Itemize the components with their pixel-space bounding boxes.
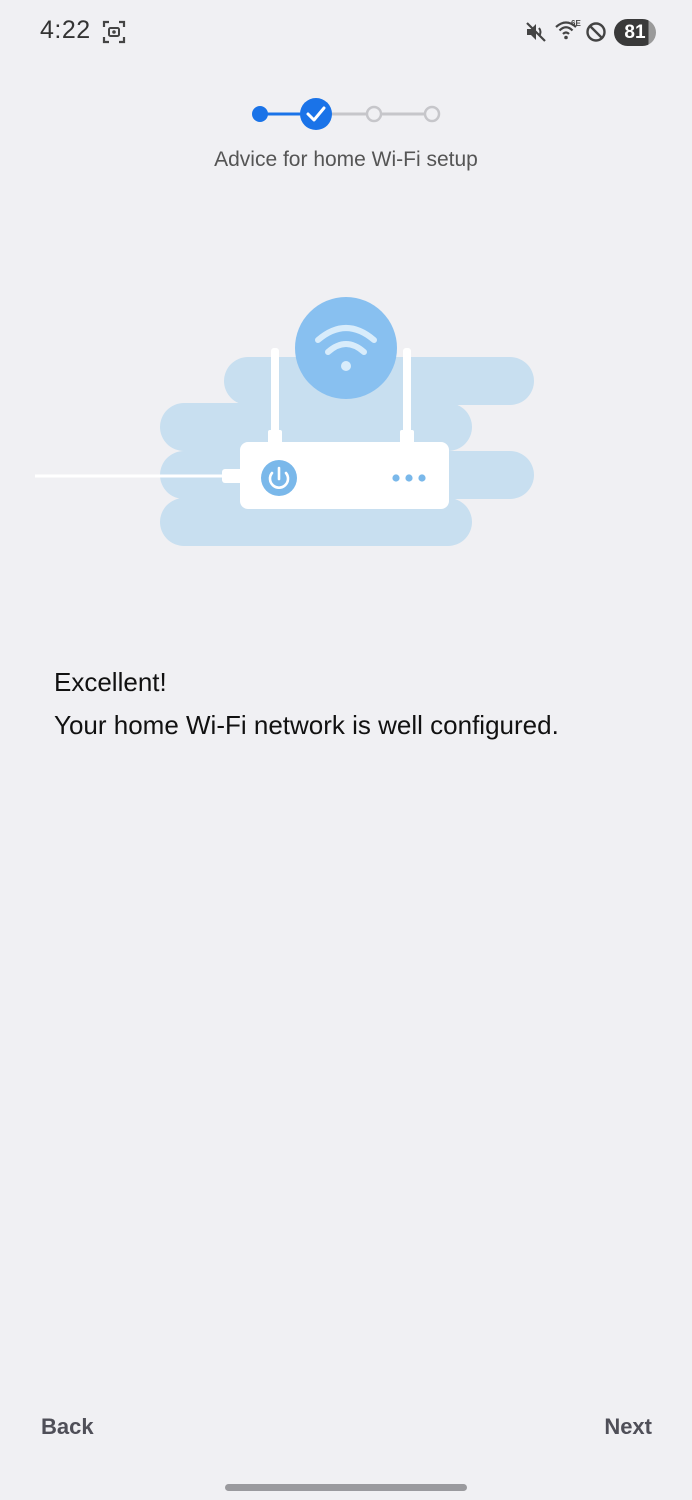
status-bar: 4:22 6E 81 <box>0 0 692 64</box>
step-title: Advice for home Wi-Fi setup <box>214 148 478 171</box>
mute-icon <box>526 22 546 42</box>
status-time: 4:22 <box>40 16 91 44</box>
result-message: Your home Wi-Fi network is well configur… <box>54 710 559 740</box>
next-button[interactable]: Next <box>604 1414 652 1440</box>
stepper-dot-4 <box>423 105 441 123</box>
battery-indicator: 81 <box>614 19 656 46</box>
screenshot-icon <box>102 20 126 44</box>
do-not-disturb-icon <box>586 22 606 42</box>
wifi-icon: 6E <box>555 19 581 40</box>
wifi-badge-label: 6E <box>571 19 581 28</box>
stepper-dot-1 <box>252 106 268 122</box>
stepper-dot-2-current <box>300 98 332 130</box>
wifi-bubble <box>295 297 397 399</box>
result-title: Excellent! <box>54 667 167 697</box>
progress-stepper <box>252 98 441 130</box>
stepper-dot-3 <box>365 105 383 123</box>
back-button[interactable]: Back <box>41 1414 94 1440</box>
router-illustration <box>35 297 534 546</box>
gesture-navigation-handle[interactable] <box>225 1484 467 1491</box>
